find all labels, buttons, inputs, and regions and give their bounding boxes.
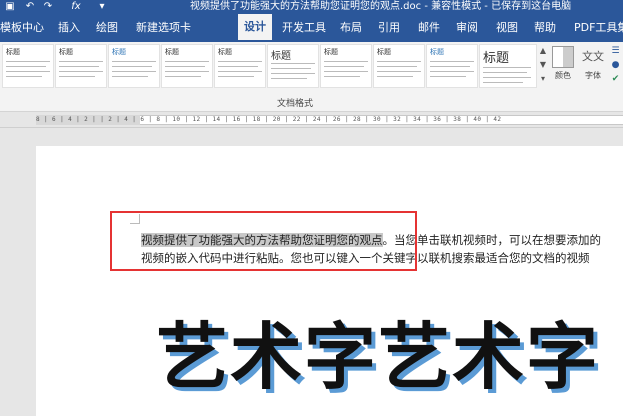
document-formatting-group-label: 文档格式	[276, 99, 313, 109]
style-title: 标题	[59, 48, 73, 56]
effects-icon[interactable]: ●	[608, 58, 623, 72]
style-set-thumb[interactable]: 标题	[214, 44, 266, 88]
save-icon[interactable]: ▣	[4, 1, 16, 13]
ribbon-panel: 标题 标题 标题 标题 标题 标题 标题 标题 标题 标题 ▲ ▼ ▾ 颜色 文…	[0, 42, 623, 112]
color-palette-icon	[552, 46, 574, 68]
style-title: 标题	[218, 48, 232, 56]
gallery-scroll-down-icon[interactable]: ▼	[538, 58, 548, 72]
style-set-gallery: 标题 标题 标题 标题 标题 标题 标题 标题 标题 标题	[2, 44, 542, 88]
tab-insert[interactable]: 插入	[58, 14, 80, 42]
document-background	[0, 128, 36, 402]
style-set-thumb[interactable]: 标题	[267, 44, 319, 88]
formula-icon[interactable]: fx	[70, 1, 82, 13]
tab-new-tab[interactable]: 新建选项卡	[136, 14, 191, 42]
tab-mailings[interactable]: 邮件	[418, 14, 440, 42]
tab-layout[interactable]: 布局	[340, 14, 362, 42]
horizontal-ruler[interactable]: 8 | 6 | 4 | 2 | | 2 | 4 | 6 | 8 | 10 | 1…	[0, 112, 623, 128]
style-set-thumb[interactable]: 标题	[426, 44, 478, 88]
undo-icon[interactable]: ↶	[24, 1, 36, 13]
style-title: 标题	[377, 48, 391, 56]
fonts-button[interactable]: 文文 字体	[580, 44, 606, 88]
style-set-thumb[interactable]: 标题	[373, 44, 425, 88]
ruler-scale: 8 | 6 | 4 | 2 | | 2 | 4 | 6 | 8 | 10 | 1…	[36, 116, 502, 123]
redo-icon[interactable]: ↷	[42, 1, 54, 13]
tab-design[interactable]: 设计	[238, 14, 272, 42]
style-set-thumb[interactable]: 标题	[2, 44, 54, 88]
tab-references[interactable]: 引用	[378, 14, 400, 42]
style-set-thumb[interactable]: 标题	[108, 44, 160, 88]
tab-draw[interactable]: 绘图	[96, 14, 118, 42]
style-title: 标题	[483, 51, 510, 66]
tab-review[interactable]: 审阅	[456, 14, 478, 42]
customize-icon[interactable]: ▾	[96, 1, 108, 13]
style-set-thumb[interactable]: 标题	[55, 44, 107, 88]
tab-pdf-tools[interactable]: PDF工具集	[574, 14, 623, 42]
style-title: 标题	[6, 48, 20, 56]
paragraph-spacing-icon[interactable]: ☰	[608, 44, 623, 58]
wordart-text[interactable]: 艺术字艺术字	[156, 317, 600, 397]
gallery-scroll-up-icon[interactable]: ▲	[538, 44, 548, 58]
fonts-icon: 文文	[582, 50, 604, 63]
style-set-thumb[interactable]: 标题	[479, 44, 537, 88]
tab-view[interactable]: 视图	[496, 14, 518, 42]
style-title: 标题	[112, 48, 126, 56]
title-bar: ▣ ↶ ↷ fx ▾ 视频提供了功能强大的方法帮助您证明您的观点.doc - 兼…	[0, 0, 623, 14]
design-side-icons: ☰ ● ✔	[608, 44, 623, 88]
style-title: 标题	[271, 51, 291, 62]
tab-help[interactable]: 帮助	[534, 14, 556, 42]
window-title: 视频提供了功能强大的方法帮助您证明您的观点.doc - 兼容性模式 - 已保存到…	[190, 1, 572, 12]
set-as-default-icon[interactable]: ✔	[608, 72, 623, 86]
colors-label: 颜色	[555, 71, 571, 80]
style-set-thumb[interactable]: 标题	[161, 44, 213, 88]
style-set-thumb[interactable]: 标题	[320, 44, 372, 88]
ribbon-tabs: 模板中心 插入 绘图 新建选项卡 设计 开发工具 布局 引用 邮件 审阅 视图 …	[0, 14, 623, 42]
style-title: 标题	[165, 48, 179, 56]
style-title: 标题	[430, 48, 444, 56]
colors-button[interactable]: 颜色	[549, 44, 577, 88]
fonts-label: 字体	[585, 71, 601, 80]
tab-template-center[interactable]: 模板中心	[0, 14, 44, 42]
annotation-highlight-box	[110, 211, 417, 271]
tab-developer[interactable]: 开发工具	[282, 14, 326, 42]
gallery-more-icon[interactable]: ▾	[538, 72, 548, 86]
style-title: 标题	[324, 48, 338, 56]
